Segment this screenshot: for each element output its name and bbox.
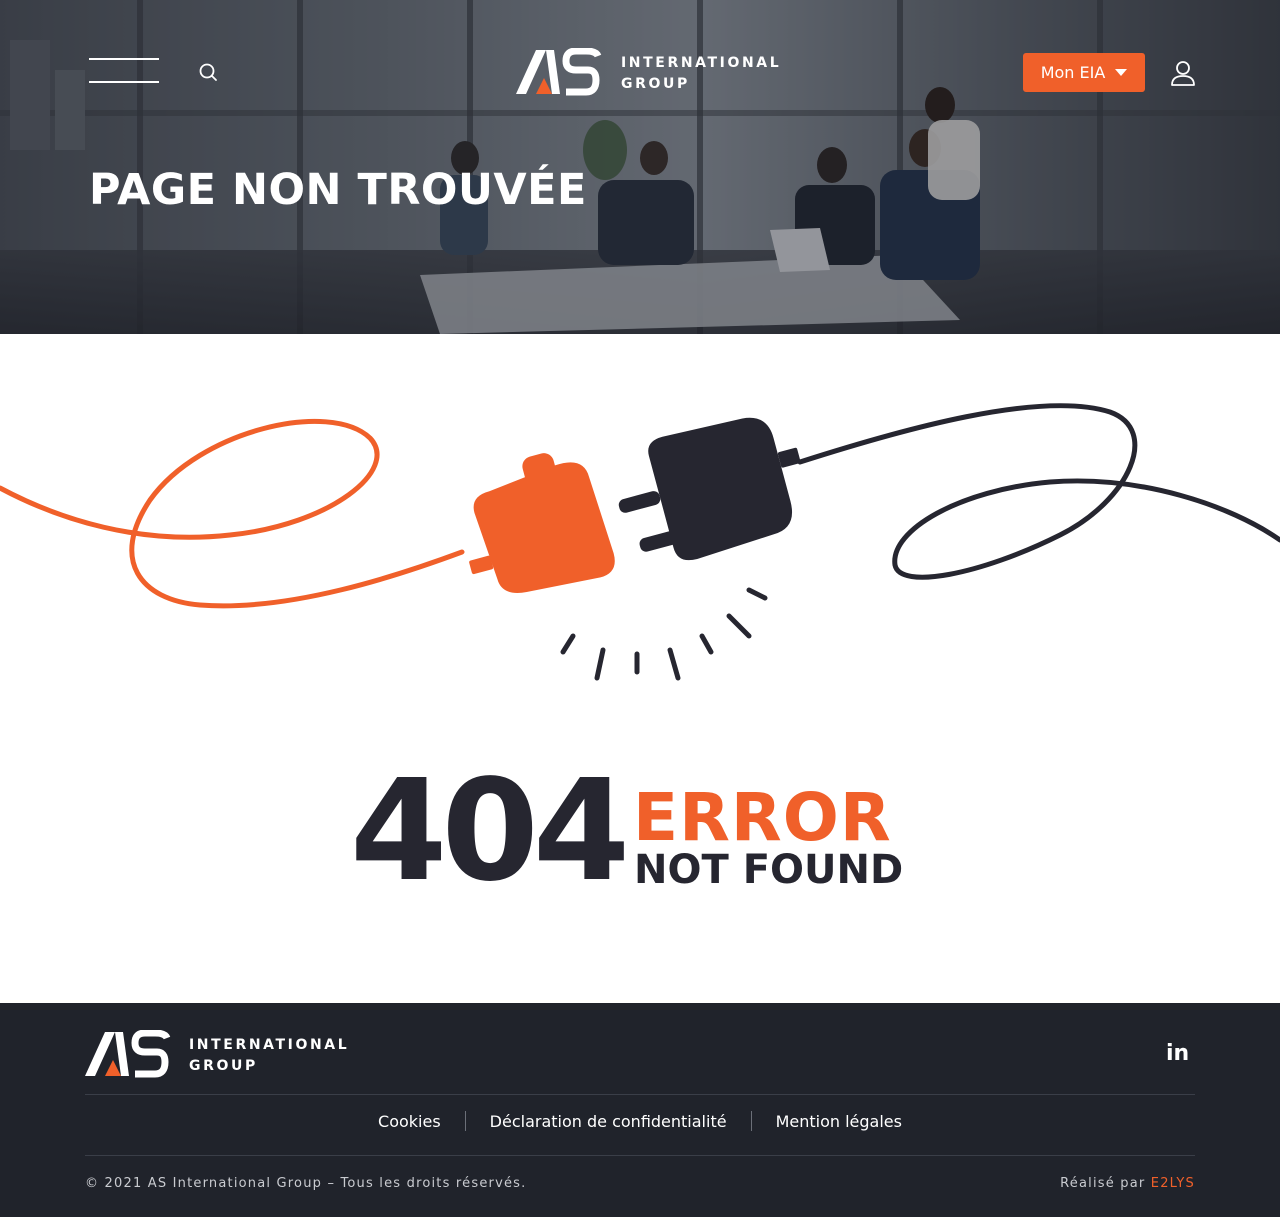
footer-logo-text: INTERNATIONAL GROUP xyxy=(189,1035,349,1077)
footer-divider xyxy=(85,1155,1195,1156)
spark-lines xyxy=(560,587,768,681)
footer-links: Cookies Déclaration de confidentialité M… xyxy=(0,1111,1280,1131)
account-menu-label: Mon EIA xyxy=(1040,63,1106,82)
footer-logo[interactable]: INTERNATIONAL GROUP xyxy=(85,1029,347,1080)
logo-line-2: GROUP xyxy=(621,76,690,92)
caret-down-icon xyxy=(1115,69,1128,76)
menu-line xyxy=(89,81,159,83)
user-icon[interactable] xyxy=(1168,58,1198,88)
copyright-text: © 2021 AS International Group – Tous les… xyxy=(85,1176,527,1191)
dark-cable xyxy=(797,403,1280,580)
footer-logo-line-2: GROUP xyxy=(189,1058,258,1074)
page-title: PAGE NON TROUVÉE xyxy=(89,165,587,215)
header-logo[interactable]: INTERNATIONAL GROUP xyxy=(516,47,779,98)
linkedin-icon[interactable]: in xyxy=(1166,1043,1190,1065)
site-footer: INTERNATIONAL GROUP in Cookies Déclarati… xyxy=(0,1003,1280,1217)
logo-line-1: INTERNATIONAL xyxy=(621,55,782,71)
credit-prefix: Réalisé par xyxy=(1060,1176,1151,1191)
hero-header: INTERNATIONAL GROUP Mon EIA PAGE NON TRO… xyxy=(0,0,1280,334)
menu-line xyxy=(89,58,159,60)
unplugged-cable-illustration xyxy=(0,403,1280,681)
logo-text: INTERNATIONAL GROUP xyxy=(621,53,781,95)
footer-divider xyxy=(85,1094,1195,1095)
dark-plug xyxy=(618,417,801,561)
account-menu-dropdown[interactable]: Mon EIA xyxy=(1023,53,1145,92)
error-404-block: 404 ERROR NOT FOUND xyxy=(350,762,930,902)
error-message: NOT FOUND xyxy=(634,847,904,893)
hamburger-menu-icon[interactable] xyxy=(89,58,159,84)
as-logo-mark xyxy=(516,47,602,96)
footer-logo-line-1: INTERNATIONAL xyxy=(189,1037,350,1053)
credit-link[interactable]: E2LYS xyxy=(1151,1176,1195,1191)
orange-plug xyxy=(469,453,615,593)
as-logo-mark xyxy=(85,1029,171,1078)
footer-link-cookies[interactable]: Cookies xyxy=(354,1112,465,1131)
error-code: 404 xyxy=(350,750,630,913)
footer-link-legal[interactable]: Mention légales xyxy=(752,1112,926,1131)
orange-cable xyxy=(0,418,465,609)
search-icon[interactable] xyxy=(198,62,218,82)
credit-text: Réalisé par E2LYS xyxy=(1060,1176,1195,1191)
error-word: ERROR xyxy=(633,779,892,856)
footer-link-privacy[interactable]: Déclaration de confidentialité xyxy=(466,1112,751,1131)
